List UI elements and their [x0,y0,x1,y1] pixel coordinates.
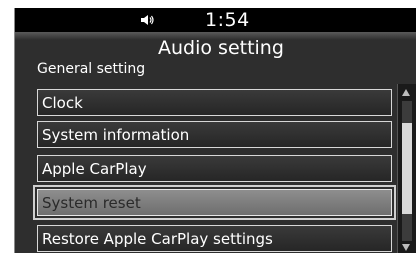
scroll-track[interactable] [402,101,412,241]
menu-item-clock[interactable]: Clock [37,89,392,116]
clock-time: 1:54 [205,9,250,31]
volume-icon [141,15,154,25]
menu-item-system-reset[interactable]: System reset [33,185,396,220]
section-label: General setting [37,61,146,77]
page-title: Audio setting [158,37,284,59]
menu-item-label: Restore Apple CarPlay settings [42,230,273,248]
menu-item-label: Apple CarPlay [42,160,147,178]
scroll-thumb[interactable] [402,123,412,214]
menu-item-label: System reset [42,194,141,212]
menu-item-system-information[interactable]: System information [37,121,392,148]
status-bar: 1:54 [15,8,416,32]
scrollbar[interactable] [397,84,416,253]
menu-item-apple-carplay[interactable]: Apple CarPlay [37,155,392,182]
scroll-down-arrow-icon[interactable] [402,244,410,251]
menu-item-label: Clock [42,94,83,112]
menu-item-restore-carplay[interactable]: Restore Apple CarPlay settings [37,225,392,252]
scroll-up-arrow-icon[interactable] [402,89,410,96]
menu-item-label: System information [42,126,190,144]
infotainment-screen: 1:54 Audio setting General setting Clock… [14,8,416,253]
